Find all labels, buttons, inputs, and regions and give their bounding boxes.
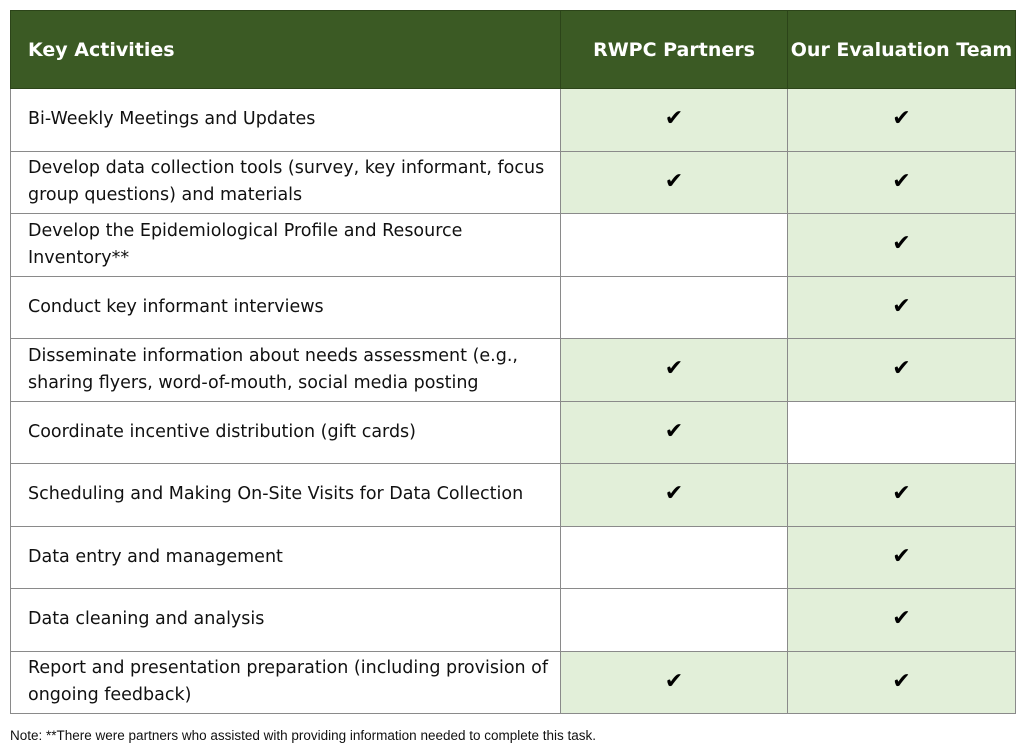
rwpc-partners-cell xyxy=(560,588,788,652)
header-key-activities: Key Activities xyxy=(10,10,561,89)
checkmark-icon: ✔ xyxy=(664,168,684,194)
footnote: Note: **There were partners who assisted… xyxy=(10,728,597,743)
table-row: Conduct key informant interviews ✔ xyxy=(10,275,1016,339)
evaluation-team-cell: ✔ xyxy=(787,275,1016,339)
rwpc-partners-cell xyxy=(560,525,788,589)
activity-cell: Report and presentation preparation (inc… xyxy=(10,650,561,714)
activity-cell: Conduct key informant interviews xyxy=(10,275,561,339)
checkmark-icon: ✔ xyxy=(664,106,684,132)
checkmark-icon: ✔ xyxy=(664,356,684,382)
table-row: Scheduling and Making On-Site Visits for… xyxy=(10,463,1016,527)
table-row: Develop the Epidemiological Profile and … xyxy=(10,213,1016,277)
activity-cell: Disseminate information about needs asse… xyxy=(10,338,561,402)
activity-cell: Data cleaning and analysis xyxy=(10,588,561,652)
rwpc-partners-cell: ✔ xyxy=(560,463,788,527)
table-row: Report and presentation preparation (inc… xyxy=(10,650,1016,714)
header-row: Key Activities RWPC Partners Our Evaluat… xyxy=(10,10,1016,89)
header-evaluation-team: Our Evaluation Team xyxy=(787,10,1016,89)
activity-cell: Coordinate incentive distribution (gift … xyxy=(10,400,561,464)
checkmark-icon: ✔ xyxy=(892,231,911,257)
checkmark-icon: ✔ xyxy=(664,481,684,507)
header-rwpc-partners: RWPC Partners xyxy=(560,10,788,89)
activities-table: Key Activities RWPC Partners Our Evaluat… xyxy=(10,10,1016,714)
rwpc-partners-cell: ✔ xyxy=(560,338,788,402)
checkmark-icon: ✔ xyxy=(892,356,911,382)
checkmark-icon: ✔ xyxy=(892,293,911,319)
activity-cell: Bi-Weekly Meetings and Updates xyxy=(10,88,561,152)
evaluation-team-cell: ✔ xyxy=(787,150,1016,214)
checkmark-icon: ✔ xyxy=(664,668,684,694)
evaluation-team-cell: ✔ xyxy=(787,650,1016,714)
checkmark-icon: ✔ xyxy=(892,668,911,694)
table-row: Bi-Weekly Meetings and Updates ✔ ✔ xyxy=(10,88,1016,152)
evaluation-team-cell: ✔ xyxy=(787,463,1016,527)
rwpc-partners-cell: ✔ xyxy=(560,400,788,464)
activity-cell: Scheduling and Making On-Site Visits for… xyxy=(10,463,561,527)
table-row: Develop data collection tools (survey, k… xyxy=(10,150,1016,214)
evaluation-team-cell: ✔ xyxy=(787,88,1016,152)
evaluation-team-cell: ✔ xyxy=(787,525,1016,589)
rwpc-partners-cell xyxy=(560,213,788,277)
evaluation-team-cell: ✔ xyxy=(787,213,1016,277)
table-row: Disseminate information about needs asse… xyxy=(10,338,1016,402)
checkmark-icon: ✔ xyxy=(664,418,684,444)
table-row: Data cleaning and analysis ✔ xyxy=(10,588,1016,652)
activity-cell: Develop data collection tools (survey, k… xyxy=(10,150,561,214)
checkmark-icon: ✔ xyxy=(892,606,911,632)
rwpc-partners-cell: ✔ xyxy=(560,650,788,714)
checkmark-icon: ✔ xyxy=(892,168,911,194)
checkmark-icon: ✔ xyxy=(892,543,911,569)
table-row: Data entry and management ✔ xyxy=(10,525,1016,589)
evaluation-team-cell: ✔ xyxy=(787,588,1016,652)
rwpc-partners-cell: ✔ xyxy=(560,150,788,214)
checkmark-icon: ✔ xyxy=(892,481,911,507)
activity-cell: Data entry and management xyxy=(10,525,561,589)
rwpc-partners-cell: ✔ xyxy=(560,88,788,152)
checkmark-icon: ✔ xyxy=(892,106,911,132)
evaluation-team-cell xyxy=(787,400,1016,464)
table-row: Coordinate incentive distribution (gift … xyxy=(10,400,1016,464)
rwpc-partners-cell xyxy=(560,275,788,339)
evaluation-team-cell: ✔ xyxy=(787,338,1016,402)
activity-cell: Develop the Epidemiological Profile and … xyxy=(10,213,561,277)
